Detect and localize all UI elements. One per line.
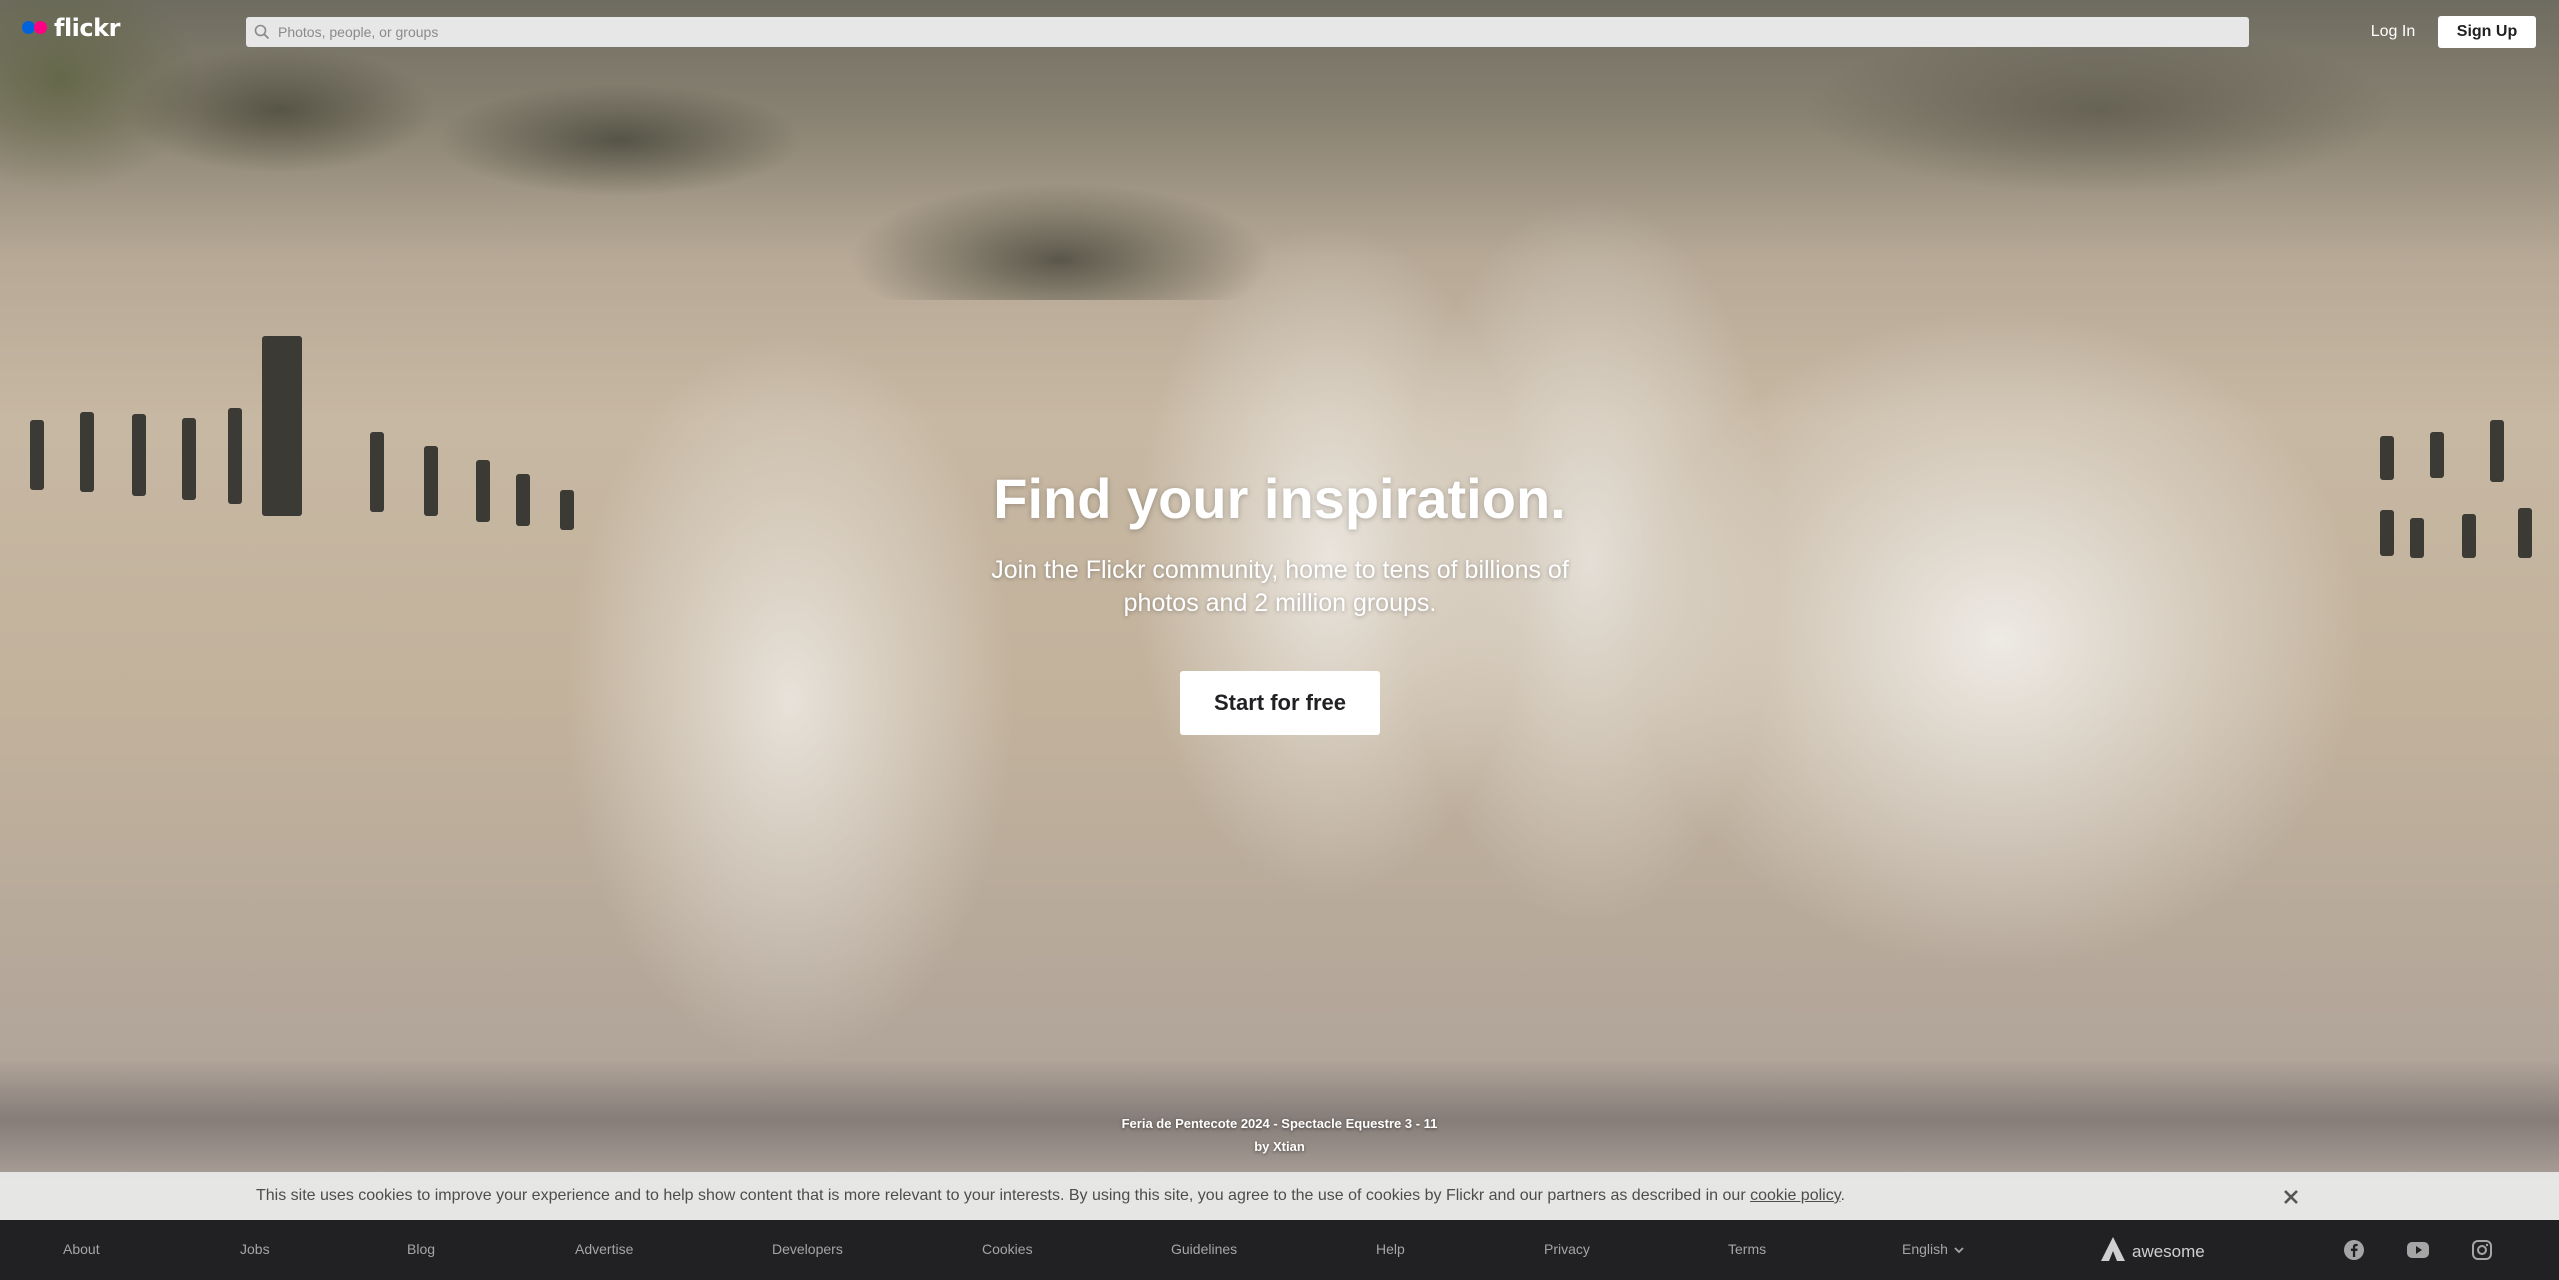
facebook-icon[interactable] <box>2342 1238 2366 1262</box>
footer-link-cookies[interactable]: Cookies <box>982 1241 1033 1257</box>
hero-section: Find your inspiration. Join the Flickr c… <box>0 0 2559 1170</box>
cookie-message: This site uses cookies to improve your e… <box>256 1187 1746 1204</box>
cookie-banner: This site uses cookies to improve your e… <box>0 1172 2559 1220</box>
footer-link-advertise[interactable]: Advertise <box>575 1241 633 1257</box>
footer-link-about[interactable]: About <box>63 1241 100 1257</box>
photo-title-link[interactable]: Feria de Pentecote 2024 - Spectacle Eque… <box>0 1112 2559 1135</box>
close-icon[interactable] <box>2278 1184 2304 1210</box>
start-for-free-button[interactable]: Start for free <box>1180 671 1380 735</box>
hero-title: Find your inspiration. <box>993 467 1566 530</box>
chevron-down-icon <box>1954 1241 1964 1257</box>
photo-credit: Feria de Pentecote 2024 - Spectacle Eque… <box>0 1112 2559 1158</box>
footer-link-developers[interactable]: Developers <box>772 1241 843 1257</box>
hero-subtitle: Join the Flickr community, home to tens … <box>991 556 1569 617</box>
language-selector[interactable]: English <box>1902 1241 1964 1257</box>
footer-link-blog[interactable]: Blog <box>407 1241 435 1257</box>
cookie-policy-link[interactable]: cookie policy <box>1750 1187 1840 1204</box>
cookie-banner-text: This site uses cookies to improve your e… <box>256 1187 1845 1205</box>
youtube-icon[interactable] <box>2406 1238 2430 1262</box>
cookie-trailing: . <box>1840 1187 1845 1204</box>
photo-author-link[interactable]: by Xtian <box>0 1135 2559 1158</box>
smugmug-logo-icon <box>2100 1236 2126 1267</box>
instagram-icon[interactable] <box>2470 1238 2494 1262</box>
smugmug-brand[interactable]: awesome <box>2100 1236 2205 1267</box>
footer-link-terms[interactable]: Terms <box>1728 1241 1766 1257</box>
footer-link-guidelines[interactable]: Guidelines <box>1171 1241 1237 1257</box>
footer-link-help[interactable]: Help <box>1376 1241 1405 1257</box>
brand-text: awesome <box>2132 1241 2205 1261</box>
footer-link-jobs[interactable]: Jobs <box>240 1241 270 1257</box>
footer: About Jobs Blog Advertise Developers Coo… <box>0 1220 2559 1280</box>
language-label: English <box>1902 1241 1948 1257</box>
footer-link-privacy[interactable]: Privacy <box>1544 1241 1590 1257</box>
